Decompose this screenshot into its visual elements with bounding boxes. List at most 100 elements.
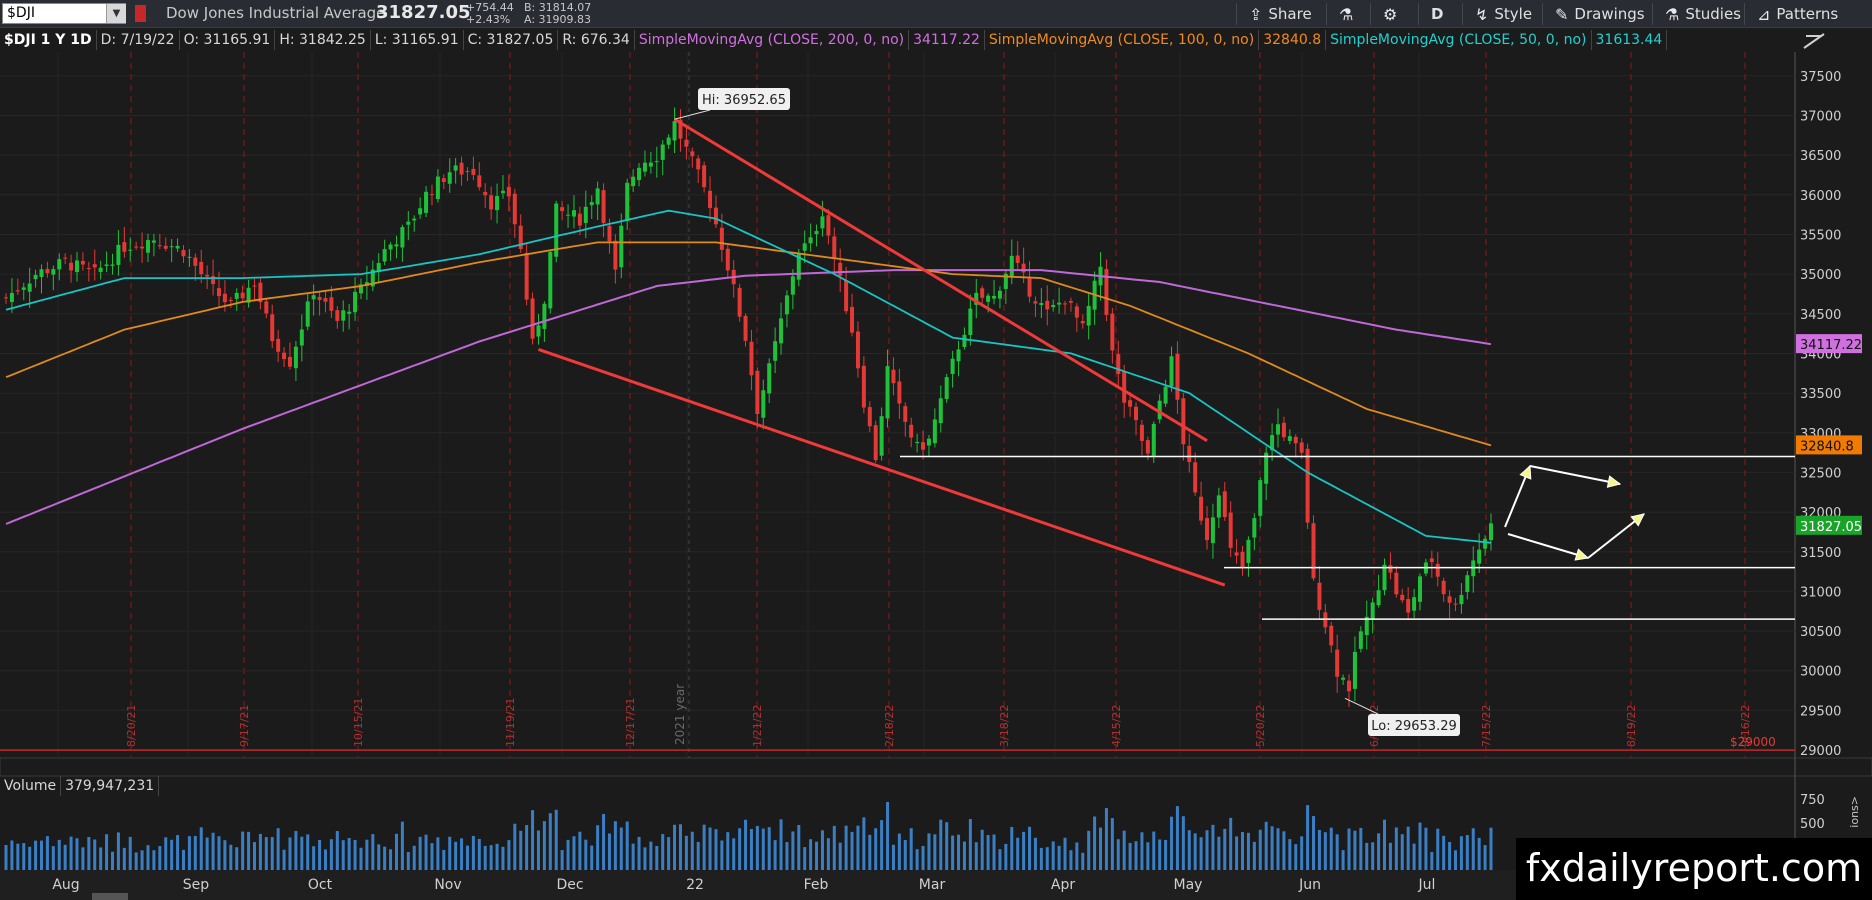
volume-bar bbox=[886, 802, 890, 870]
candle-body bbox=[1086, 305, 1091, 326]
expiry-label: 2/18/22 bbox=[883, 705, 896, 747]
volume-bar bbox=[81, 847, 85, 870]
flask-button[interactable]: ⚗ bbox=[1326, 3, 1353, 25]
price-tick-label: 31500 bbox=[1800, 546, 1841, 561]
style-button[interactable]: ↯ Style bbox=[1462, 3, 1532, 25]
last-badge-label: 31827.05 bbox=[1800, 520, 1862, 535]
candle-body bbox=[1051, 305, 1056, 308]
volume-bar bbox=[809, 839, 813, 870]
candle-body bbox=[1187, 445, 1192, 463]
candle-body bbox=[749, 341, 754, 376]
candle-body bbox=[755, 370, 760, 415]
candle-body bbox=[264, 301, 269, 314]
volume-bar bbox=[1175, 806, 1179, 870]
studies-button[interactable]: ⚗ Studies bbox=[1652, 3, 1741, 25]
sma50-label[interactable]: SimpleMovingAvg (CLOSE, 50, 0, no) bbox=[1326, 30, 1592, 50]
volume-bar bbox=[22, 843, 26, 870]
price-tick-label: 35000 bbox=[1800, 268, 1841, 283]
volume-bar bbox=[116, 832, 120, 870]
candle-body bbox=[69, 262, 74, 271]
candle-body bbox=[761, 390, 766, 418]
candle-body bbox=[897, 381, 902, 404]
price-panel bbox=[0, 52, 1795, 758]
volume-bar bbox=[1430, 852, 1434, 870]
volume-bar bbox=[51, 846, 55, 870]
settings-button[interactable]: ⚙ bbox=[1370, 3, 1397, 25]
candle-body bbox=[773, 341, 778, 361]
candle-body bbox=[163, 245, 168, 249]
candle-body bbox=[637, 167, 642, 181]
last-price: 31827.05 bbox=[376, 2, 471, 23]
patterns-icon: ⊿ bbox=[1757, 4, 1771, 24]
candle-body bbox=[252, 285, 257, 287]
sma100-label[interactable]: SimpleMovingAvg (CLOSE, 100, 0, no) bbox=[985, 30, 1260, 50]
flag-icon[interactable] bbox=[135, 5, 146, 22]
volume-bar bbox=[649, 841, 653, 870]
volume-bar bbox=[732, 838, 736, 870]
volume-bar bbox=[980, 829, 984, 870]
patterns-button[interactable]: ⊿ Patterns bbox=[1744, 3, 1838, 25]
sma100-value: 32840.8 bbox=[1259, 30, 1327, 50]
candle-body bbox=[347, 311, 352, 314]
month-label: Nov bbox=[434, 877, 461, 893]
candle-body bbox=[1329, 625, 1334, 646]
timeframe-button[interactable]: D bbox=[1418, 3, 1443, 25]
candle-body bbox=[595, 188, 600, 205]
candle-body bbox=[1169, 356, 1174, 387]
volume-bar bbox=[1418, 822, 1422, 870]
drawings-button[interactable]: ✎ Drawings bbox=[1542, 3, 1645, 25]
volume-bar bbox=[477, 838, 481, 870]
volume-bar bbox=[158, 846, 162, 870]
volume-bar bbox=[844, 825, 848, 870]
candle-body bbox=[128, 249, 133, 251]
volume-bar bbox=[566, 839, 570, 870]
volume-bar bbox=[1252, 841, 1256, 870]
volume-bar bbox=[525, 825, 529, 870]
side-panel-tab[interactable]: ions> bbox=[1848, 796, 1861, 828]
volume-bar bbox=[690, 831, 694, 870]
candle-body bbox=[1110, 313, 1115, 351]
candle-body bbox=[317, 296, 322, 301]
volume-bar bbox=[702, 824, 706, 870]
candle-body bbox=[1240, 551, 1245, 567]
volume-bar bbox=[1323, 832, 1327, 870]
candle-body bbox=[483, 191, 488, 196]
volume-bar bbox=[211, 832, 215, 870]
volume-bar bbox=[1205, 830, 1209, 870]
patterns-label: Patterns bbox=[1776, 5, 1839, 23]
price-tick-label: 37000 bbox=[1800, 109, 1841, 124]
symbol-dropdown-button[interactable]: ▼ bbox=[106, 4, 126, 23]
candle-body bbox=[512, 193, 517, 225]
candle-body bbox=[950, 358, 955, 375]
candle-body bbox=[477, 175, 482, 188]
candle-body bbox=[879, 416, 884, 456]
volume-bar bbox=[1081, 852, 1085, 870]
style-label: Style bbox=[1494, 5, 1533, 23]
candle-body bbox=[790, 276, 795, 295]
volume-bar bbox=[1300, 836, 1304, 870]
candle-body bbox=[1347, 680, 1352, 692]
volume-bar bbox=[1353, 830, 1357, 870]
candle-body bbox=[1063, 303, 1068, 305]
volume-bar bbox=[874, 828, 878, 870]
volume-bar bbox=[1341, 850, 1345, 870]
volume-bar bbox=[933, 834, 937, 870]
bar-low: L: 31165.91 bbox=[371, 30, 464, 50]
sma200-label[interactable]: SimpleMovingAvg (CLOSE, 200, 0, no) bbox=[635, 30, 910, 50]
volume-bar bbox=[1045, 847, 1049, 870]
candle-body bbox=[1418, 576, 1423, 602]
expiry-label: 5/20/22 bbox=[1254, 705, 1267, 747]
candle-body bbox=[666, 137, 671, 145]
volume-bar bbox=[909, 828, 913, 870]
volume-bar bbox=[312, 846, 316, 870]
volume-bar bbox=[542, 821, 546, 870]
candle-body bbox=[1068, 300, 1073, 303]
volume-bar bbox=[164, 837, 168, 870]
candle-body bbox=[276, 338, 281, 352]
volume-bar bbox=[335, 831, 339, 870]
share-button[interactable]: ⇪ Share bbox=[1236, 3, 1312, 25]
volume-bar bbox=[613, 821, 617, 870]
volume-bar bbox=[921, 845, 925, 870]
price-tick-label: 36500 bbox=[1800, 149, 1841, 164]
candle-body bbox=[21, 287, 26, 290]
